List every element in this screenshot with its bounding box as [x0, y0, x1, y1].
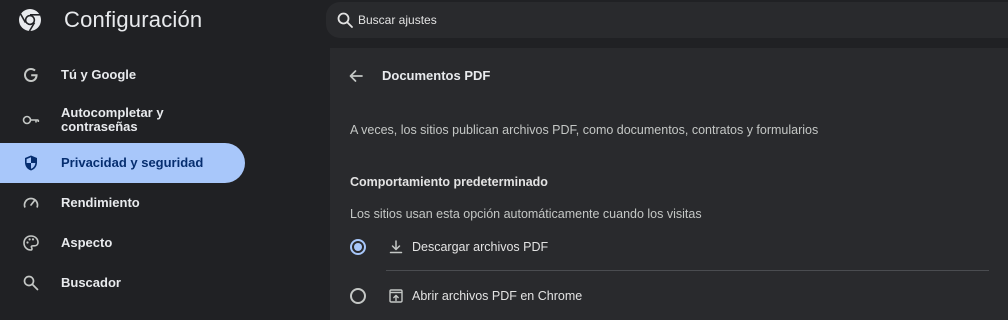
search-icon[interactable]	[336, 11, 354, 29]
arrow-back-icon[interactable]	[346, 66, 366, 86]
search-icon	[23, 275, 39, 291]
page-description: A veces, los sitios publican archivos PD…	[350, 123, 819, 137]
settings-window: Configuración Tú y Google Autocompletar …	[0, 0, 1008, 320]
sidebar-item-autofill[interactable]: Autocompletar y contraseñas	[0, 97, 245, 141]
sidebar-item-you-and-google[interactable]: Tú y Google	[0, 55, 245, 95]
app-title: Configuración	[64, 7, 203, 32]
shield-icon	[25, 155, 37, 171]
sidebar-item-privacy-security[interactable]: Privacidad y seguridad	[0, 143, 245, 183]
option-download-pdf-label[interactable]: Descargar archivos PDF	[412, 240, 548, 254]
sidebar-item-label-line1: Autocompletar y	[61, 105, 164, 120]
sidebar: Tú y Google Autocompletar y contraseñas …	[0, 48, 330, 320]
main-panel: Documentos PDF A veces, los sitios publi…	[330, 48, 1008, 320]
open-in-browser-icon	[389, 289, 403, 303]
sidebar-item-label: Aspecto	[61, 235, 113, 250]
speedometer-icon	[23, 197, 39, 208]
sidebar-item-label: Rendimiento	[61, 195, 140, 210]
section-title: Comportamiento predeterminado	[350, 175, 548, 189]
search-input[interactable]	[358, 10, 758, 30]
google-g-icon	[24, 68, 38, 82]
sidebar-item-label-line2: contraseñas	[61, 119, 138, 134]
header-bar: Configuración	[0, 0, 1008, 40]
sidebar-item-label: Tú y Google	[61, 67, 137, 82]
chrome-logo-icon	[19, 9, 41, 32]
radio-open-pdf-chrome[interactable]	[350, 288, 366, 304]
key-icon	[22, 115, 40, 125]
sidebar-item-label: Buscador	[61, 275, 121, 290]
download-icon	[389, 240, 403, 254]
section-subtitle: Los sitios usan esta opción automáticame…	[350, 207, 702, 221]
page-title: Documentos PDF	[382, 68, 491, 83]
radio-download-pdf[interactable]	[350, 239, 366, 255]
sidebar-item-search-engine[interactable]: Buscador	[0, 263, 245, 303]
palette-icon	[23, 235, 39, 251]
divider	[386, 270, 989, 271]
sidebar-item-performance[interactable]: Rendimiento	[0, 183, 245, 223]
sidebar-item-appearance[interactable]: Aspecto	[0, 223, 245, 263]
sidebar-item-label: Privacidad y seguridad	[61, 155, 204, 170]
option-open-pdf-chrome-label[interactable]: Abrir archivos PDF en Chrome	[412, 289, 582, 303]
